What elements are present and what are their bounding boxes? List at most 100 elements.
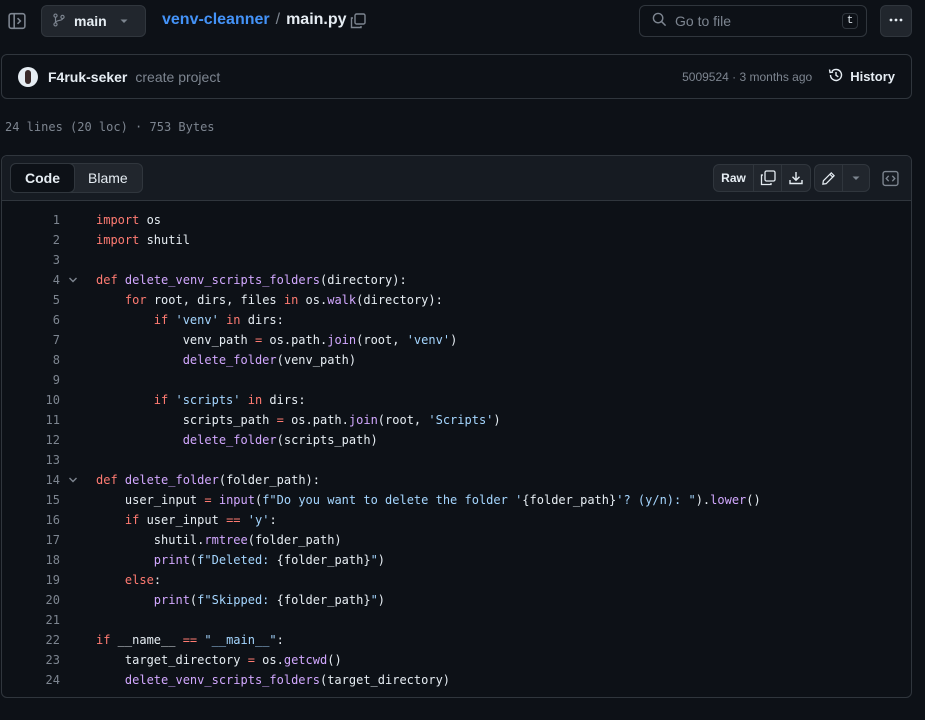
line-number[interactable]: 4: [2, 270, 60, 290]
code-text: scripts_path = os.path.join(root, 'Scrip…: [96, 410, 501, 430]
code-token: (directory):: [320, 273, 407, 287]
line-number[interactable]: 2: [2, 230, 60, 250]
line-number[interactable]: 18: [2, 550, 60, 570]
history-button[interactable]: History: [828, 67, 895, 86]
line-number[interactable]: 8: [2, 350, 60, 370]
breadcrumb-repo-link[interactable]: venv-cleanner: [162, 11, 270, 29]
line-number[interactable]: 5: [2, 290, 60, 310]
line-number[interactable]: 22: [2, 630, 60, 650]
keyboard-shortcut-badge: t: [842, 13, 858, 29]
code-token: :: [276, 633, 284, 647]
go-to-file-placeholder: Go to file: [675, 13, 732, 29]
code-token: user_input: [139, 513, 227, 527]
search-icon: [652, 12, 667, 30]
code-token: dirs:: [262, 393, 306, 407]
code-token: os.: [254, 653, 284, 667]
code-token: ): [450, 333, 458, 347]
code-token: (directory):: [356, 293, 443, 307]
line-number[interactable]: 16: [2, 510, 60, 530]
code-line: 7 venv_path = os.path.join(root, 'venv'): [2, 330, 911, 350]
code-line: 13: [2, 450, 911, 470]
line-number[interactable]: 17: [2, 530, 60, 550]
copy-raw-icon[interactable]: [754, 165, 782, 191]
commit-hash-and-time[interactable]: 5009524 · 3 months ago: [682, 70, 812, 84]
line-number[interactable]: 23: [2, 650, 60, 670]
file-actions: Raw: [713, 164, 811, 192]
code-token: (folder_path): [247, 533, 342, 547]
code-token: lower: [710, 493, 747, 507]
code-token: os.path.: [262, 333, 328, 347]
avatar[interactable]: [18, 66, 38, 87]
latest-commit-bar: F4ruk-seker create project 5009524 · 3 m…: [1, 54, 912, 99]
branch-selector-button[interactable]: main: [41, 5, 146, 37]
copy-path-icon[interactable]: [348, 11, 368, 31]
go-to-file-input[interactable]: Go to file t: [639, 5, 867, 37]
symbols-panel-icon[interactable]: [876, 165, 904, 191]
code-token: join: [327, 333, 357, 347]
code-token: in: [283, 293, 299, 307]
code-text: def delete_folder(folder_path):: [96, 470, 320, 490]
breadcrumb: venv-cleanner / main.py: [162, 11, 347, 29]
code-token: (): [746, 493, 761, 507]
code-token: ): [377, 593, 386, 607]
code-token: ): [493, 413, 501, 427]
line-number[interactable]: 19: [2, 570, 60, 590]
code-token: user_input: [96, 493, 205, 507]
line-number[interactable]: 20: [2, 590, 60, 610]
tab-code[interactable]: Code: [10, 163, 75, 193]
code-token: "__main__": [204, 633, 277, 647]
line-number[interactable]: 15: [2, 490, 60, 510]
code-text: def delete_venv_scripts_folders(director…: [96, 270, 407, 290]
code-token: def: [96, 473, 118, 487]
code-token: f"Deleted:: [197, 553, 277, 567]
line-number[interactable]: 12: [2, 430, 60, 450]
code-text: print(f"Deleted: {folder_path}"): [96, 550, 385, 570]
line-number[interactable]: 21: [2, 610, 60, 630]
line-number[interactable]: 1: [2, 210, 60, 230]
tab-blame[interactable]: Blame: [74, 164, 142, 192]
line-number[interactable]: 6: [2, 310, 60, 330]
branch-name: main: [74, 13, 107, 29]
code-line: 24 delete_venv_scripts_folders(target_di…: [2, 670, 911, 690]
code-line: 5 for root, dirs, files in os.walk(direc…: [2, 290, 911, 310]
code-token: if: [96, 633, 111, 647]
code-token: shutil.: [96, 533, 205, 547]
code-token: (root,: [356, 333, 407, 347]
code-token: if: [124, 513, 140, 527]
line-number[interactable]: 13: [2, 450, 60, 470]
more-options-button[interactable]: [880, 5, 912, 37]
code-token: delete_folder: [182, 433, 277, 447]
code-text: import os: [96, 210, 161, 230]
chevron-down-icon[interactable]: [843, 165, 869, 191]
line-number[interactable]: 11: [2, 410, 60, 430]
raw-button[interactable]: Raw: [714, 165, 754, 191]
code-token: join: [348, 413, 378, 427]
line-number[interactable]: 24: [2, 670, 60, 690]
code-token: 'y': [247, 513, 270, 527]
code-text: else:: [96, 570, 161, 590]
line-number[interactable]: 14: [2, 470, 60, 490]
code-line: 6 if 'venv' in dirs:: [2, 310, 911, 330]
line-number[interactable]: 9: [2, 370, 60, 390]
pencil-icon[interactable]: [815, 165, 843, 191]
commit-message-link[interactable]: create project: [135, 69, 220, 85]
line-number[interactable]: 7: [2, 330, 60, 350]
code-token: 'scripts': [175, 393, 241, 407]
code-line: 3: [2, 250, 911, 270]
code-token: __name__: [110, 633, 183, 647]
line-number[interactable]: 10: [2, 390, 60, 410]
code-token: import: [96, 213, 140, 227]
code-token: print: [153, 593, 190, 607]
download-icon[interactable]: [782, 165, 810, 191]
code-line: 11 scripts_path = os.path.join(root, 'Sc…: [2, 410, 911, 430]
code-token: root, dirs, files: [146, 293, 284, 307]
commit-author-link[interactable]: F4ruk-seker: [48, 69, 127, 85]
code-text: if __name__ == "__main__":: [96, 630, 284, 650]
code-token: {folder_path}: [276, 593, 371, 607]
sidebar-expand-icon[interactable]: [6, 10, 28, 32]
line-number[interactable]: 3: [2, 250, 60, 270]
